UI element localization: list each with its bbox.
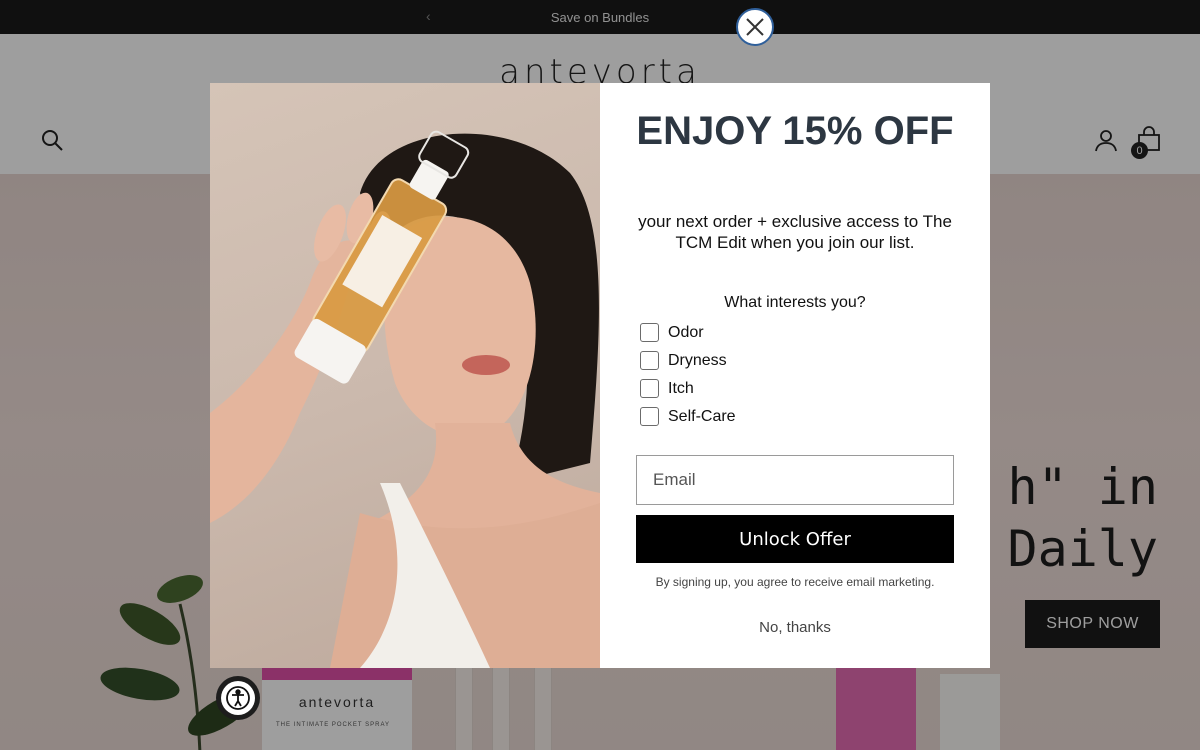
close-icon (746, 18, 764, 36)
popup-subtext: your next order + exclusive access to Th… (638, 212, 952, 252)
checkbox[interactable] (640, 323, 659, 342)
interest-option-label: Itch (668, 379, 694, 397)
interest-option-odor[interactable]: Odor (640, 323, 704, 342)
popup-content: ENJOY 15% OFF your next order + exclusiv… (600, 83, 990, 668)
interest-option-dryness[interactable]: Dryness (640, 351, 727, 370)
interest-option-itch[interactable]: Itch (640, 379, 694, 398)
signup-popup: ENJOY 15% OFF your next order + exclusiv… (210, 83, 990, 668)
interests-question: What interests you? (724, 294, 866, 311)
email-field[interactable] (636, 455, 954, 505)
unlock-offer-button[interactable]: Unlock Offer (636, 515, 954, 563)
interest-option-label: Self-Care (668, 407, 736, 425)
no-thanks-link[interactable]: No, thanks (600, 619, 990, 636)
close-popup-button[interactable] (736, 8, 774, 46)
model-photo-illustration (210, 130, 600, 668)
checkbox[interactable] (640, 351, 659, 370)
legal-text: By signing up, you agree to receive emai… (655, 575, 935, 589)
popup-headline: ENJOY 15% OFF (636, 109, 954, 153)
interest-option-self-care[interactable]: Self-Care (640, 407, 736, 426)
interest-option-label: Odor (668, 323, 704, 341)
model-photo (210, 83, 600, 668)
accessibility-icon (221, 681, 255, 715)
checkbox[interactable] (640, 407, 659, 426)
checkbox[interactable] (640, 379, 659, 398)
interest-option-label: Dryness (668, 351, 727, 369)
accessibility-button[interactable] (216, 676, 260, 720)
